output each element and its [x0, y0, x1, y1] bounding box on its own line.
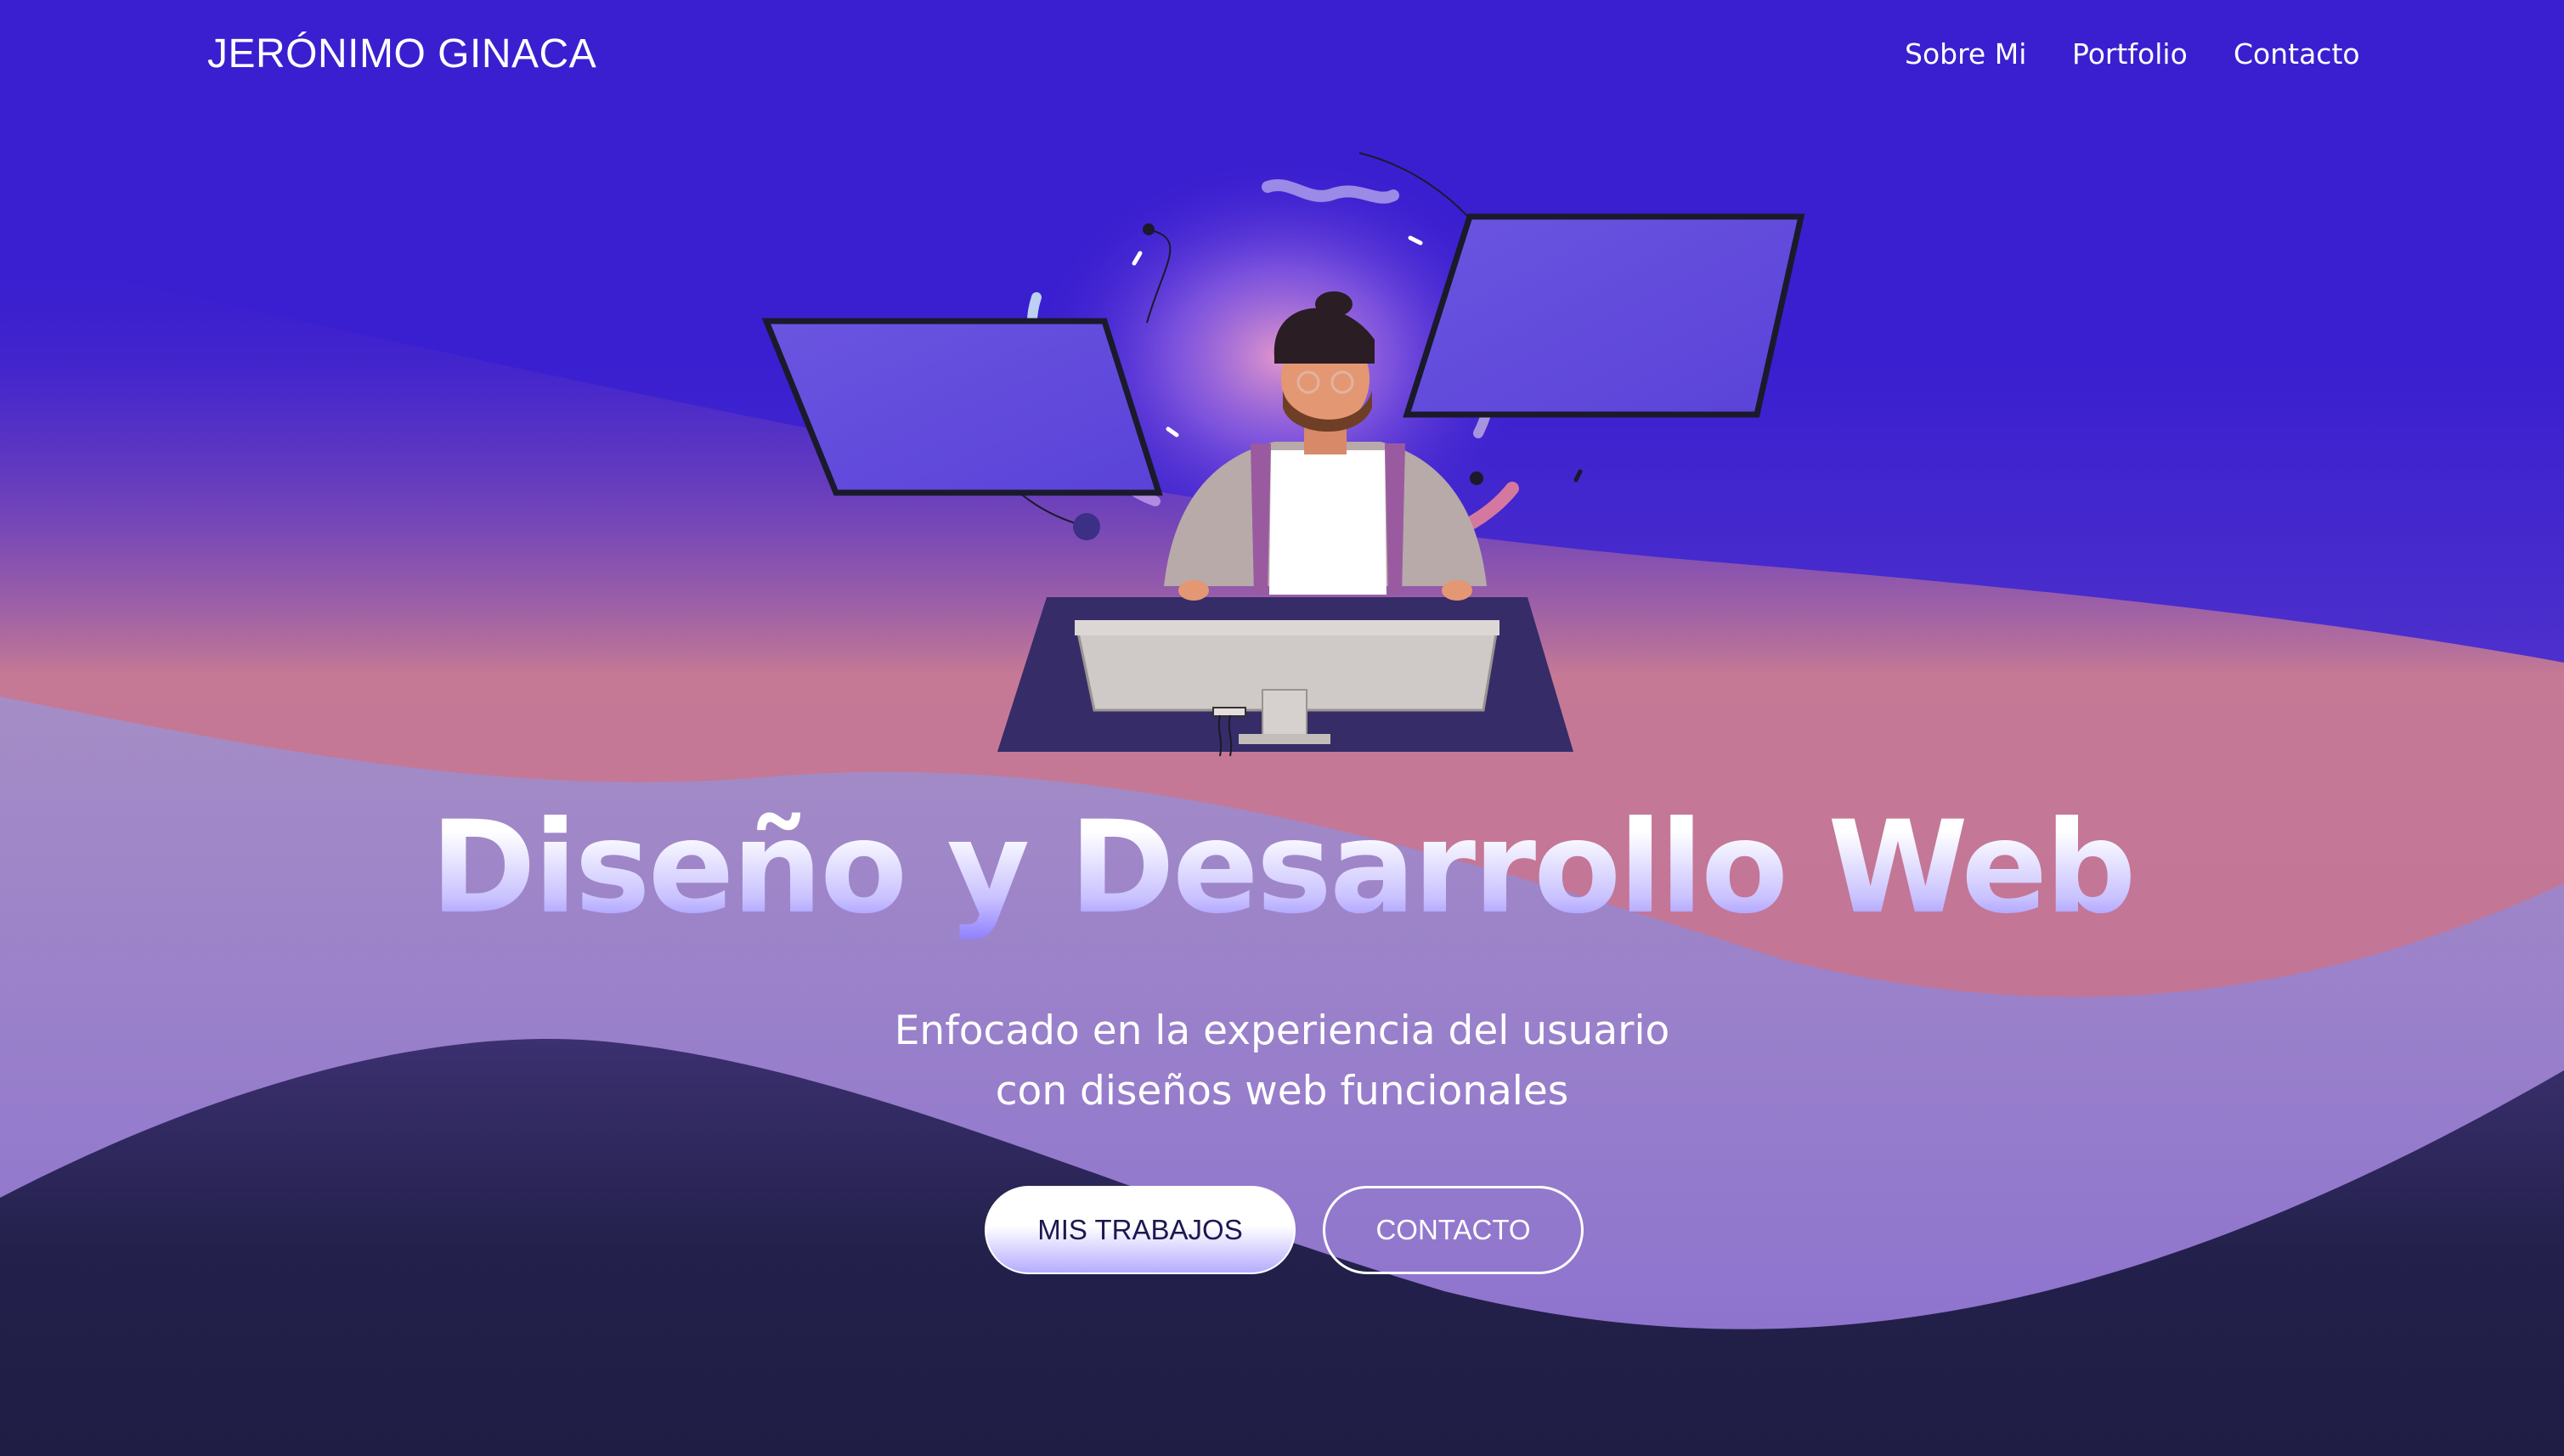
hero-title: Diseño y Desarrollo Web [0, 794, 2564, 942]
nav-link-portfolio[interactable]: Portfolio [2072, 37, 2188, 71]
brand-logo[interactable]: JERÓNIMO GINACA [207, 31, 596, 77]
mis-trabajos-button[interactable]: MIS TRABAJOS [985, 1186, 1296, 1274]
contacto-button[interactable]: CONTACTO [1323, 1186, 1584, 1274]
hero-subtitle-line-2: con diseños web funcionales [995, 1068, 1569, 1115]
nav-link-sobre-mi[interactable]: Sobre Mi [1905, 37, 2026, 71]
hero-subtitle-line-1: Enfocado en la experiencia del usuario [894, 1007, 1670, 1054]
developer-illustration [761, 152, 1805, 757]
top-navigation: JERÓNIMO GINACA Sobre Mi Portfolio Conta… [0, 0, 2564, 119]
nav-link-contacto[interactable]: Contacto [2234, 37, 2360, 71]
